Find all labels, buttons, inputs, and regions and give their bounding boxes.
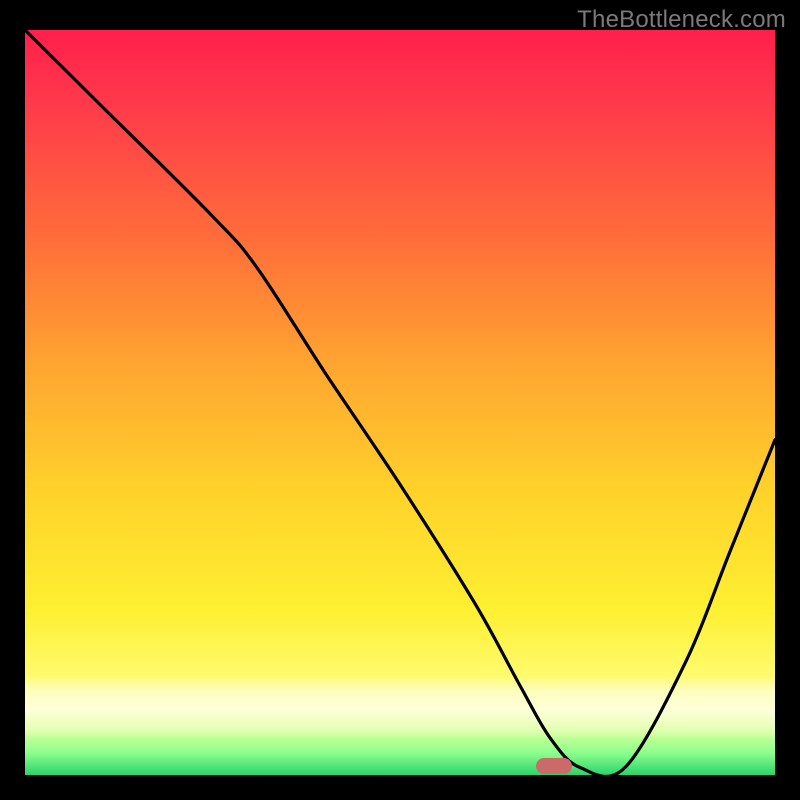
plot-area (25, 30, 775, 775)
curve-line (25, 30, 775, 775)
chart-frame: TheBottleneck.com (0, 0, 800, 800)
optimal-marker (536, 758, 572, 774)
watermark-text: TheBottleneck.com (577, 6, 786, 34)
bottleneck-curve (25, 30, 775, 775)
